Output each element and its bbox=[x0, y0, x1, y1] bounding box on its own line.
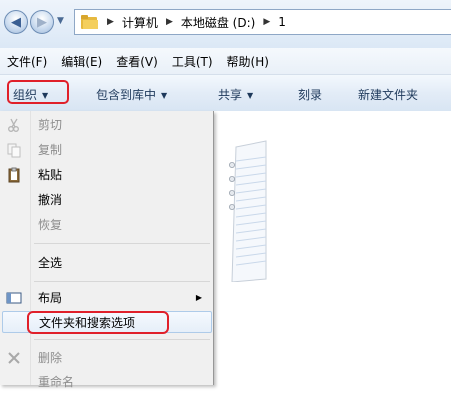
folder-icon bbox=[81, 15, 99, 29]
copy-icon bbox=[7, 143, 21, 158]
submenu-arrow-icon: ▶ bbox=[195, 293, 202, 302]
new-folder-button[interactable]: 新建文件夹 bbox=[358, 86, 418, 103]
back-arrow-icon: ◀ bbox=[11, 14, 21, 30]
dropdown-arrow-icon: ▼ bbox=[42, 91, 49, 100]
menu-view[interactable]: 查看(V) bbox=[109, 53, 165, 70]
redo-label: 恢复 bbox=[38, 218, 63, 232]
organize-menu: 剪切 复制 粘贴 撤消 恢复 全选 布局 ▶ 文件夹和搜索选项 删除 重命名 bbox=[0, 111, 214, 389]
menu-item-select-all[interactable]: 全选 bbox=[0, 252, 214, 274]
paste-label: 粘贴 bbox=[38, 168, 63, 182]
breadcrumb-folder[interactable]: 1 bbox=[278, 15, 286, 29]
empty-folder-notebook-icon bbox=[229, 140, 267, 282]
breadcrumb-local-disk[interactable]: 本地磁盘 (D:) bbox=[181, 14, 255, 31]
layout-label: 布局 bbox=[38, 291, 63, 305]
menu-tools[interactable]: 工具(T) bbox=[165, 53, 220, 70]
forward-arrow-icon: ▶ bbox=[37, 14, 47, 30]
menu-item-undo[interactable]: 撤消 bbox=[0, 189, 214, 211]
folder-options-highlight-annotation bbox=[27, 311, 169, 334]
recent-pages-dropdown-icon[interactable]: ▼ bbox=[57, 16, 64, 26]
navigation-bar: ◀ ▶ ▼ ▶ 计算机 ▶ 本地磁盘 (D:) ▶ 1 bbox=[0, 0, 451, 48]
select-all-label: 全选 bbox=[38, 256, 63, 270]
delete-x-icon bbox=[8, 352, 20, 364]
breadcrumb-chevron-icon[interactable]: ▶ bbox=[166, 17, 173, 27]
menu-item-paste[interactable]: 粘贴 bbox=[0, 164, 214, 186]
dropdown-arrow-icon: ▼ bbox=[247, 91, 254, 100]
back-button[interactable]: ◀ bbox=[4, 10, 28, 34]
menu-item-redo[interactable]: 恢复 bbox=[0, 214, 214, 236]
scissors-icon bbox=[8, 118, 19, 132]
organize-button[interactable]: 组织 ▼ bbox=[13, 86, 48, 103]
burn-button[interactable]: 刻录 bbox=[298, 86, 322, 103]
menu-item-rename[interactable]: 重命名 bbox=[0, 371, 214, 393]
menu-item-copy[interactable]: 复制 bbox=[0, 139, 214, 161]
menu-help[interactable]: 帮助(H) bbox=[220, 53, 276, 70]
breadcrumb-chevron-icon[interactable]: ▶ bbox=[263, 17, 270, 27]
breadcrumb-computer[interactable]: 计算机 bbox=[122, 14, 158, 31]
menu-item-cut[interactable]: 剪切 bbox=[0, 114, 214, 136]
menu-separator bbox=[34, 339, 210, 340]
menu-file[interactable]: 文件(F) bbox=[0, 53, 54, 70]
address-bar[interactable]: ▶ 计算机 ▶ 本地磁盘 (D:) ▶ 1 bbox=[74, 9, 451, 35]
menu-edit[interactable]: 编辑(E) bbox=[54, 53, 109, 70]
menu-separator bbox=[34, 281, 210, 282]
share-button[interactable]: 共享 ▼ bbox=[218, 86, 253, 103]
dropdown-arrow-icon: ▼ bbox=[161, 91, 168, 100]
menu-item-layout[interactable]: 布局 ▶ bbox=[0, 287, 214, 309]
clipboard-icon bbox=[8, 167, 20, 183]
share-label: 共享 bbox=[218, 88, 243, 102]
copy-label: 复制 bbox=[38, 143, 63, 157]
layout-icon bbox=[6, 292, 22, 304]
forward-button[interactable]: ▶ bbox=[30, 10, 54, 34]
cut-label: 剪切 bbox=[38, 118, 63, 132]
rename-label: 重命名 bbox=[38, 375, 75, 389]
menu-item-delete[interactable]: 删除 bbox=[0, 347, 214, 369]
breadcrumb-chevron-icon[interactable]: ▶ bbox=[107, 17, 114, 27]
command-toolbar: 组织 ▼ 包含到库中 ▼ 共享 ▼ 刻录 新建文件夹 bbox=[0, 75, 451, 112]
menu-separator bbox=[34, 243, 210, 244]
include-in-library-button[interactable]: 包含到库中 ▼ bbox=[96, 86, 167, 103]
organize-label: 组织 bbox=[13, 88, 38, 102]
undo-label: 撤消 bbox=[38, 193, 63, 207]
delete-label: 删除 bbox=[38, 351, 63, 365]
include-library-label: 包含到库中 bbox=[96, 88, 157, 102]
menu-bar: 文件(F) 编辑(E) 查看(V) 工具(T) 帮助(H) bbox=[0, 48, 451, 75]
